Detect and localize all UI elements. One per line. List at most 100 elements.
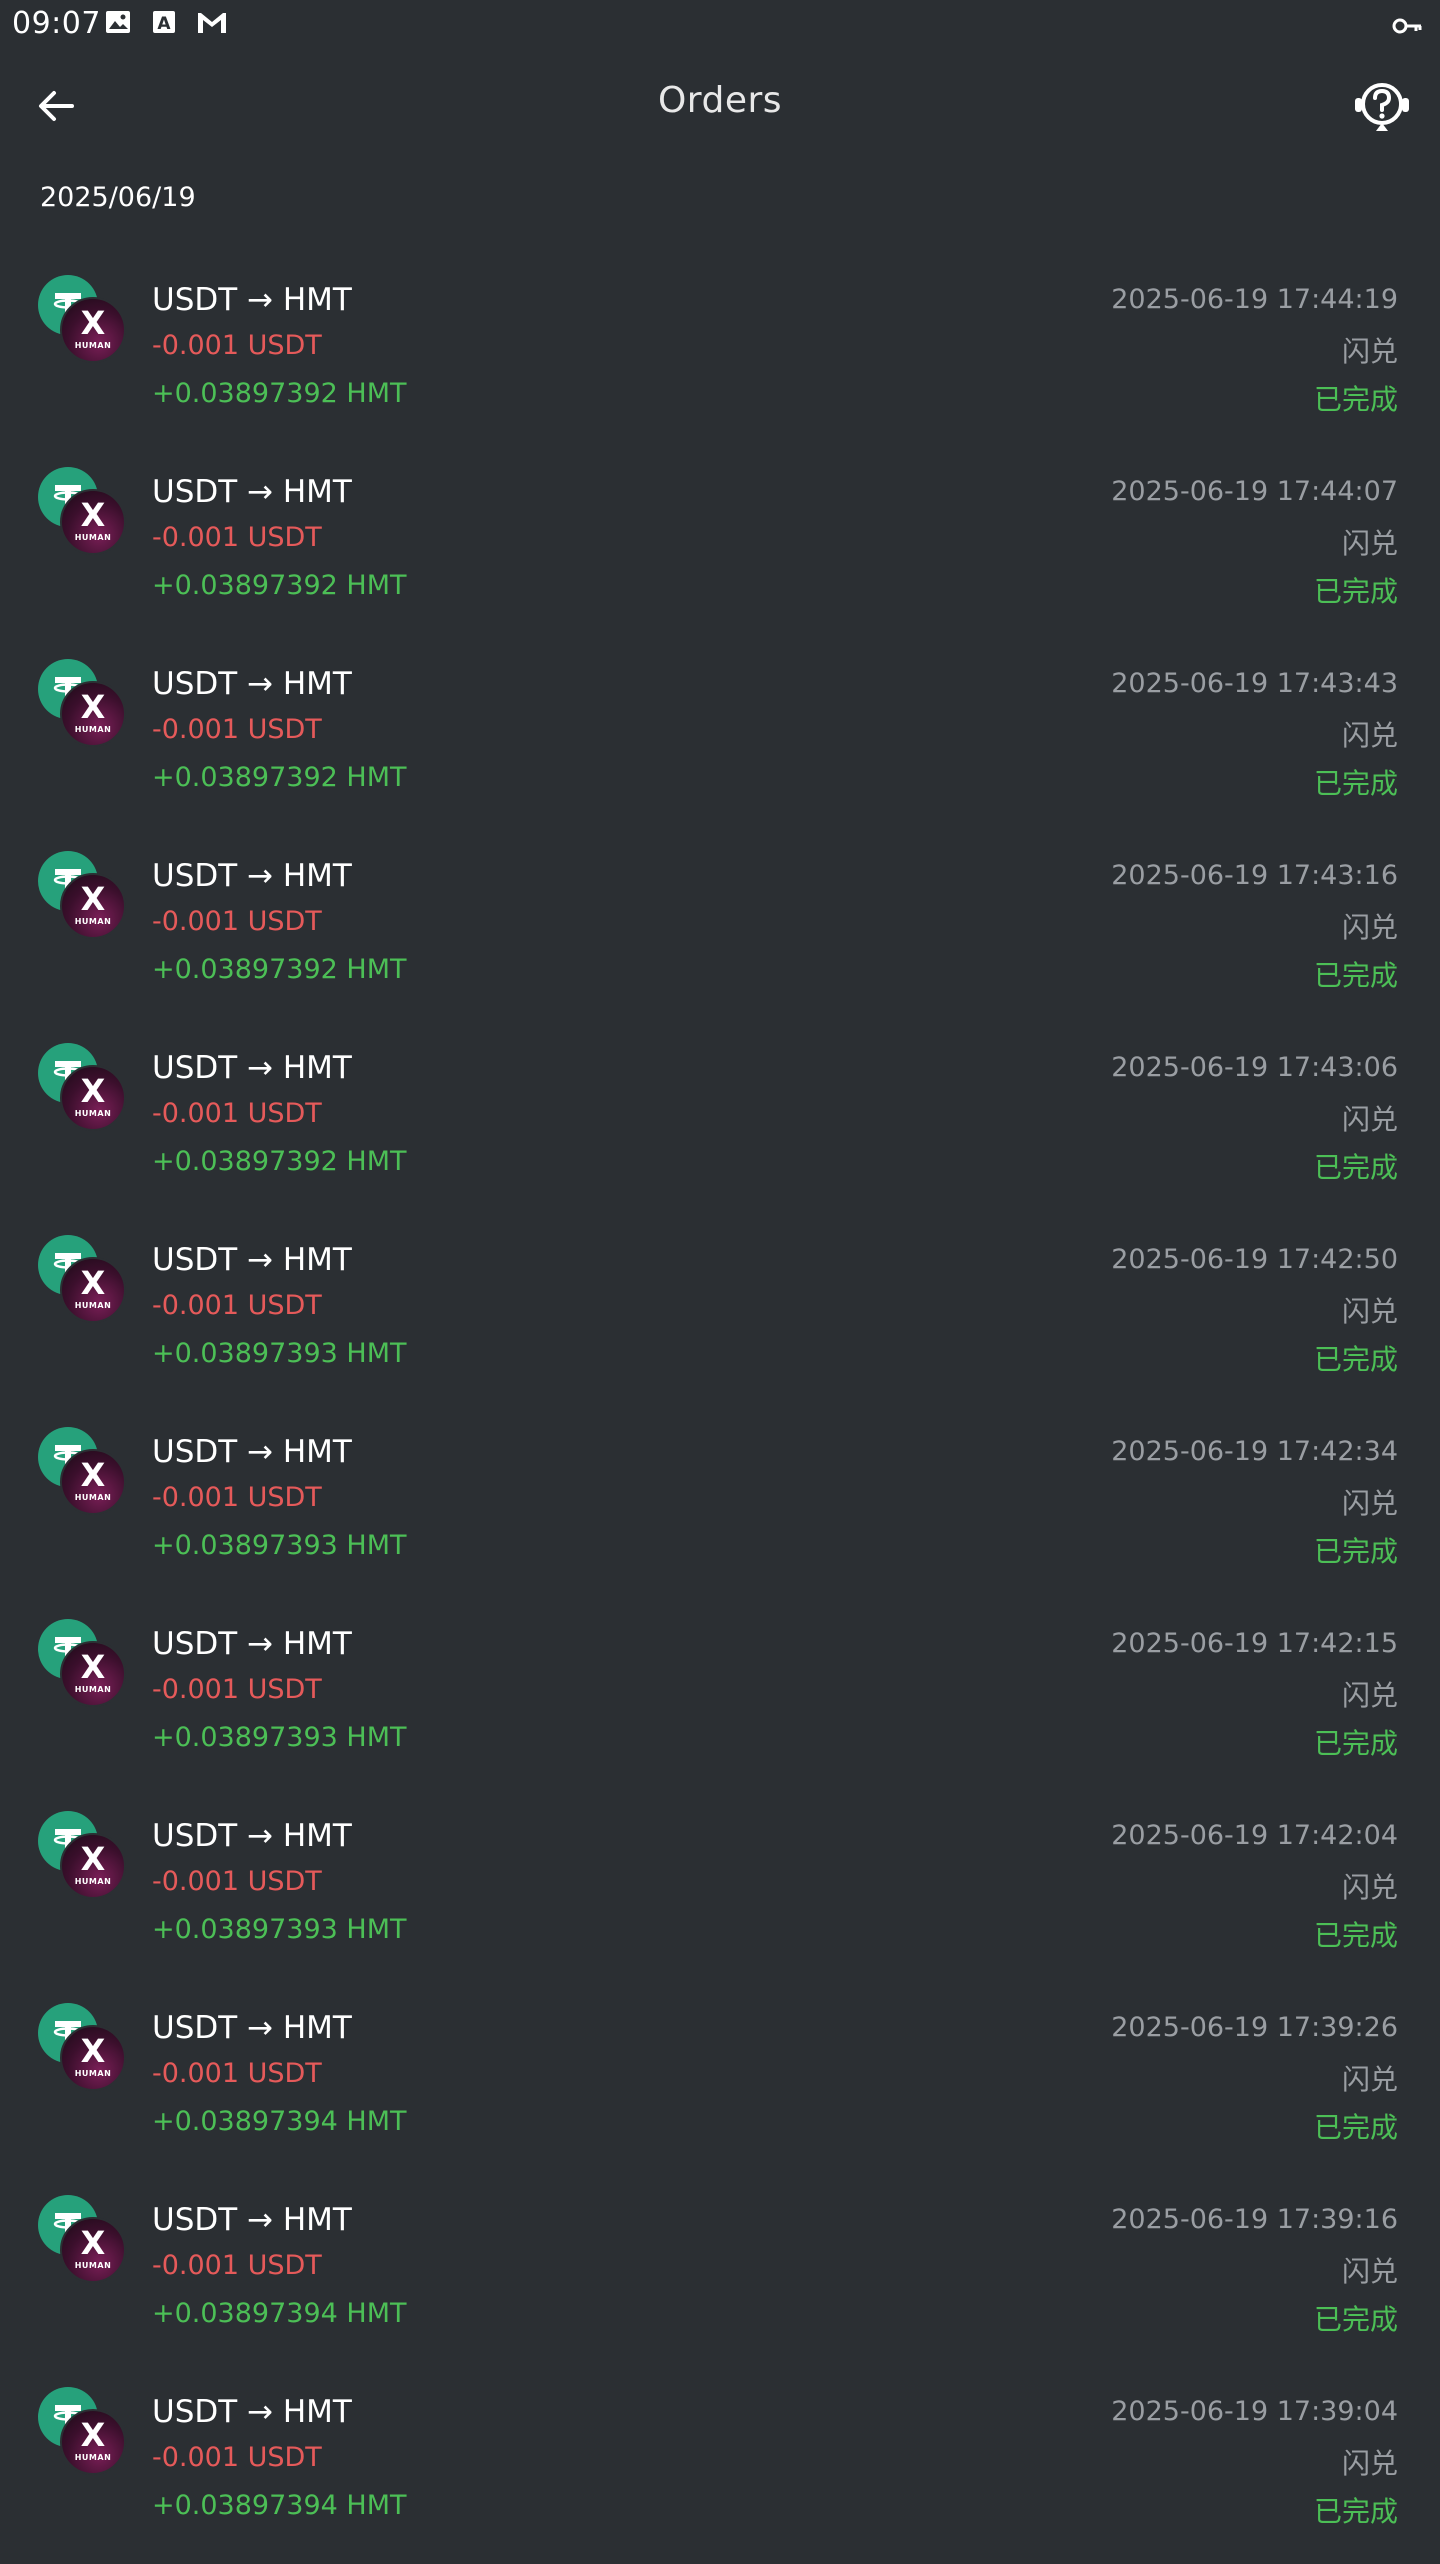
order-time: 2025-06-19 17:43:43 — [1111, 668, 1398, 699]
order-time: 2025-06-19 17:44:07 — [1111, 476, 1398, 507]
coin-pair-icon: X HUMAN — [38, 2003, 128, 2093]
order-pair: USDT → HMT — [152, 858, 352, 894]
order-time: 2025-06-19 17:39:26 — [1111, 2012, 1398, 2043]
order-amount-out: -0.001 USDT — [152, 1866, 322, 1897]
order-time: 2025-06-19 17:42:15 — [1111, 1628, 1398, 1659]
status-bar: 09:07 A — [0, 0, 1440, 50]
hmt-icon: X HUMAN — [60, 681, 126, 747]
hmt-icon: X HUMAN — [60, 2217, 126, 2283]
hmt-caption: HUMAN — [74, 2069, 112, 2078]
hmt-letter: X — [80, 2416, 106, 2454]
order-status: 已完成 — [1313, 1727, 1398, 1760]
order-row[interactable]: X HUMAN USDT → HMT -0.001 USDT +0.038973… — [0, 1412, 1440, 1604]
coin-pair-icon: X HUMAN — [38, 1235, 128, 1325]
order-time: 2025-06-19 17:43:16 — [1111, 860, 1398, 891]
help-button[interactable] — [1352, 76, 1412, 136]
order-amount-in: +0.03897394 HMT — [152, 2298, 407, 2329]
order-amount-out: -0.001 USDT — [152, 714, 322, 745]
order-amount-out: -0.001 USDT — [152, 2442, 322, 2473]
order-row[interactable]: X HUMAN USDT → HMT -0.001 USDT +0.038973… — [0, 260, 1440, 452]
status-icons: A — [104, 8, 228, 40]
order-row[interactable]: X HUMAN USDT → HMT -0.001 USDT +0.038973… — [0, 1604, 1440, 1796]
order-time: 2025-06-19 17:44:19 — [1111, 284, 1398, 315]
order-row[interactable]: X HUMAN USDT → HMT -0.001 USDT +0.038973… — [0, 644, 1440, 836]
order-type: 闪兑 — [1341, 1487, 1398, 1520]
hmt-caption: HUMAN — [74, 1877, 112, 1886]
order-time: 2025-06-19 17:42:04 — [1111, 1820, 1398, 1851]
hmt-icon: X HUMAN — [60, 489, 126, 555]
order-pair: USDT → HMT — [152, 2202, 352, 2238]
hmt-letter: X — [80, 1264, 106, 1302]
svg-text:A: A — [157, 14, 171, 34]
order-amount-in: +0.03897392 HMT — [152, 762, 407, 793]
order-pair: USDT → HMT — [152, 666, 352, 702]
order-row[interactable]: X HUMAN USDT → HMT -0.001 USDT +0.038973… — [0, 1796, 1440, 1988]
hmt-icon: X HUMAN — [60, 873, 126, 939]
order-type: 闪兑 — [1341, 1871, 1398, 1904]
order-amount-out: -0.001 USDT — [152, 330, 322, 361]
order-amount-out: -0.001 USDT — [152, 1098, 322, 1129]
order-pair: USDT → HMT — [152, 1626, 352, 1662]
hmt-icon: X HUMAN — [60, 2409, 126, 2475]
order-amount-in: +0.03897394 HMT — [152, 2106, 407, 2137]
order-pair: USDT → HMT — [152, 2394, 352, 2430]
order-status: 已完成 — [1313, 2495, 1398, 2528]
hmt-letter: X — [80, 688, 106, 726]
order-time: 2025-06-19 17:39:16 — [1111, 2204, 1398, 2235]
order-row[interactable]: X HUMAN USDT → HMT -0.001 USDT +0.038973… — [0, 1028, 1440, 1220]
order-status: 已完成 — [1313, 2303, 1398, 2336]
hmt-caption: HUMAN — [74, 2453, 112, 2462]
order-type: 闪兑 — [1341, 1103, 1398, 1136]
hmt-caption: HUMAN — [74, 341, 112, 350]
coin-pair-icon: X HUMAN — [38, 1043, 128, 1133]
hmt-letter: X — [80, 1648, 106, 1686]
order-amount-in: +0.03897392 HMT — [152, 1146, 407, 1177]
text-a-icon: A — [150, 8, 182, 40]
hmt-caption: HUMAN — [74, 917, 112, 926]
order-type: 闪兑 — [1341, 2447, 1398, 2480]
coin-pair-icon: X HUMAN — [38, 1619, 128, 1709]
order-type: 闪兑 — [1341, 1295, 1398, 1328]
order-status: 已完成 — [1313, 959, 1398, 992]
order-row[interactable]: X HUMAN USDT → HMT -0.001 USDT +0.038973… — [0, 452, 1440, 644]
order-time: 2025-06-19 17:42:34 — [1111, 1436, 1398, 1467]
order-row[interactable]: X HUMAN USDT → HMT -0.001 USDT +0.038973… — [0, 1220, 1440, 1412]
order-amount-out: -0.001 USDT — [152, 2250, 322, 2281]
hmt-caption: HUMAN — [74, 1685, 112, 1694]
order-row[interactable]: X HUMAN USDT → HMT -0.001 USDT +0.038973… — [0, 2372, 1440, 2564]
hmt-caption: HUMAN — [74, 1301, 112, 1310]
hmt-letter: X — [80, 496, 106, 534]
hmt-caption: HUMAN — [74, 533, 112, 542]
order-amount-out: -0.001 USDT — [152, 1290, 322, 1321]
order-status: 已完成 — [1313, 1151, 1398, 1184]
order-pair: USDT → HMT — [152, 1050, 352, 1086]
coin-pair-icon: X HUMAN — [38, 2387, 128, 2477]
hmt-icon: X HUMAN — [60, 1449, 126, 1515]
order-amount-out: -0.001 USDT — [152, 1674, 322, 1705]
order-status: 已完成 — [1313, 2111, 1398, 2144]
hmt-caption: HUMAN — [74, 725, 112, 734]
order-status: 已完成 — [1313, 767, 1398, 800]
order-amount-in: +0.03897392 HMT — [152, 570, 407, 601]
order-row[interactable]: X HUMAN USDT → HMT -0.001 USDT +0.038973… — [0, 836, 1440, 1028]
hmt-letter: X — [80, 1456, 106, 1494]
order-row[interactable]: X HUMAN USDT → HMT -0.001 USDT +0.038973… — [0, 2180, 1440, 2372]
order-row[interactable]: X HUMAN USDT → HMT -0.001 USDT +0.038973… — [0, 1988, 1440, 2180]
date-header: 2025/06/19 — [40, 182, 196, 213]
coin-pair-icon: X HUMAN — [38, 2195, 128, 2285]
coin-pair-icon: X HUMAN — [38, 659, 128, 749]
order-time: 2025-06-19 17:43:06 — [1111, 1052, 1398, 1083]
coin-pair-icon: X HUMAN — [38, 467, 128, 557]
hmt-caption: HUMAN — [74, 1109, 112, 1118]
order-amount-out: -0.001 USDT — [152, 1482, 322, 1513]
status-time: 09:07 — [12, 6, 101, 41]
hmt-caption: HUMAN — [74, 2261, 112, 2270]
hmt-icon: X HUMAN — [60, 1257, 126, 1323]
hmt-caption: HUMAN — [74, 1493, 112, 1502]
order-amount-out: -0.001 USDT — [152, 2058, 322, 2089]
order-type: 闪兑 — [1341, 335, 1398, 368]
order-amount-in: +0.03897393 HMT — [152, 1722, 407, 1753]
order-pair: USDT → HMT — [152, 474, 352, 510]
orders-list: X HUMAN USDT → HMT -0.001 USDT +0.038973… — [0, 260, 1440, 2564]
order-pair: USDT → HMT — [152, 282, 352, 318]
